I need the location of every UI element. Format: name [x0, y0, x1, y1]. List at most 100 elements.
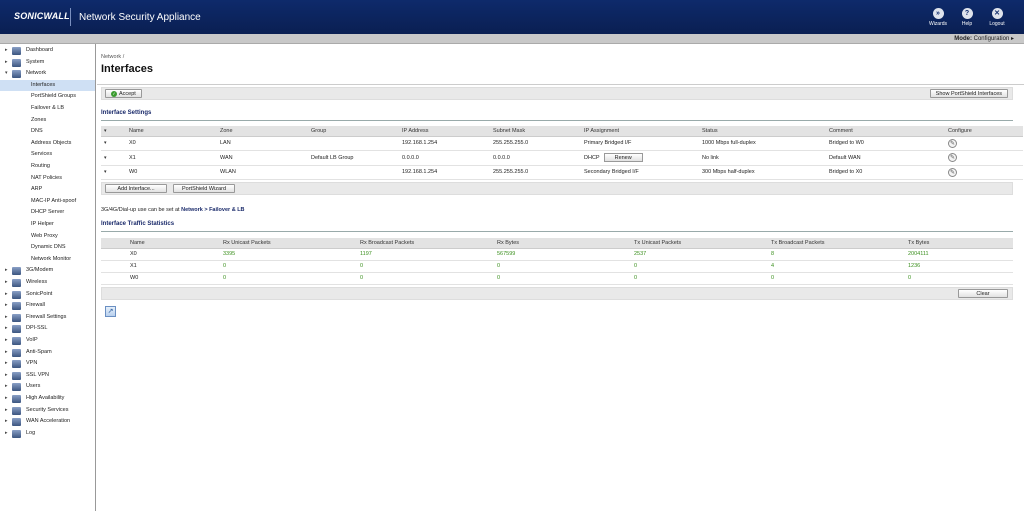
- sidebar-item-anti-spam[interactable]: ▸ Anti-Spam: [0, 347, 95, 359]
- breadcrumb[interactable]: Network /: [101, 54, 124, 60]
- sidebar-item-users[interactable]: ▸ Users: [0, 381, 95, 393]
- expand-arrow-icon[interactable]: ▸: [5, 323, 8, 335]
- sidebar-item-address-objects[interactable]: Address Objects: [0, 138, 95, 150]
- cell-tx-bytes: 1236: [879, 260, 1013, 273]
- help-button[interactable]: ? Help: [955, 8, 979, 27]
- sidebar-item-nat-policies[interactable]: NAT Policies: [0, 173, 95, 185]
- row-expander: ▾: [101, 136, 126, 151]
- wireless-icon: [12, 279, 21, 287]
- main-content: Network / Interfaces ✓ Accept Show PortSh…: [97, 44, 1024, 511]
- sidebar-item-wireless[interactable]: ▸ Wireless: [0, 277, 95, 289]
- sidebar-item-label: Anti-Spam: [26, 348, 52, 355]
- expand-arrow-icon[interactable]: ▸: [5, 300, 8, 312]
- expand-row-icon[interactable]: ▾: [104, 140, 107, 146]
- wizards-button[interactable]: » Wizards: [926, 8, 950, 27]
- expand-arrow-icon[interactable]: ▸: [5, 416, 8, 428]
- expand-arrow-icon[interactable]: ▸: [5, 393, 8, 405]
- sidebar-item-security-services[interactable]: ▸ Security Services: [0, 405, 95, 417]
- cell-name: W0: [126, 165, 217, 180]
- sidebar-item-dns[interactable]: DNS: [0, 126, 95, 138]
- expand-arrow-icon[interactable]: ▸: [5, 277, 8, 289]
- expand-arrow-icon[interactable]: ▸: [5, 381, 8, 393]
- sidebar-item-services[interactable]: Services: [0, 149, 95, 161]
- expand-row-icon[interactable]: ▾: [104, 169, 107, 175]
- sidebar-item-wan-acceleration[interactable]: ▸ WAN Acceleration: [0, 416, 95, 428]
- sidebar-item-label: System: [26, 58, 45, 65]
- wizard-icon: »: [932, 8, 944, 19]
- edit-pencil-icon[interactable]: ✎: [948, 153, 957, 163]
- sidebar-item-dashboard[interactable]: ▸ Dashboard: [0, 45, 95, 57]
- sidebar-item-interfaces[interactable]: Interfaces: [0, 79, 95, 92]
- sidebar-item-network[interactable]: ▾ Network: [0, 68, 95, 80]
- accept-button[interactable]: ✓ Accept: [105, 89, 142, 98]
- logout-button[interactable]: ✕ Logout: [985, 8, 1009, 27]
- sidebar-item-dynamic-dns[interactable]: Dynamic DNS: [0, 242, 95, 254]
- table-row[interactable]: ▾ X0 LAN 192.168.1.254 255.255.255.0 Primary …: [101, 136, 1023, 151]
- collapse-arrow-icon[interactable]: ▾: [5, 68, 8, 80]
- cell-text: WAN: [220, 154, 233, 161]
- expand-arrow-icon[interactable]: ▸: [5, 335, 8, 347]
- cell-zone: WAN: [217, 150, 308, 166]
- clear-button[interactable]: Clear: [958, 289, 1008, 298]
- sidebar: ▸ Dashboard ▸ System ▾ Network Interfaces PortS…: [0, 44, 96, 511]
- expand-arrow-icon[interactable]: ▸: [5, 265, 8, 277]
- expand-arrow-icon[interactable]: ▸: [5, 370, 8, 382]
- cell-text: X1: [129, 154, 136, 161]
- sidebar-item-portshield-groups[interactable]: PortShield Groups: [0, 91, 95, 103]
- sidebar-item-dpi-ssl[interactable]: ▸ DPI-SSL: [0, 323, 95, 335]
- sidebar-item-label: Users: [26, 383, 41, 390]
- expand-arrow-icon[interactable]: ▸: [5, 405, 8, 417]
- sidebar-item-firewall[interactable]: ▸ Firewall: [0, 300, 95, 312]
- expand-arrow-icon[interactable]: ▸: [5, 428, 8, 440]
- portshield-wizard-button[interactable]: PortShield Wizard: [173, 184, 235, 193]
- table-row: X1 0 0 0 0 4 1236: [101, 260, 1013, 273]
- page-title: Interfaces: [101, 63, 153, 75]
- sidebar-item-vpn[interactable]: ▸ VPN: [0, 358, 95, 370]
- sidebar-item-high-availability[interactable]: ▸ High Availability: [0, 393, 95, 405]
- cell-text: 255.255.255.0: [493, 169, 529, 176]
- sidebar-item-dhcp-server[interactable]: DHCP Server: [0, 207, 95, 219]
- cell-text: W0: [129, 169, 138, 176]
- sidebar-item-firewall-settings[interactable]: ▸ Firewall Settings: [0, 312, 95, 324]
- failover-link[interactable]: Network > Failover & LB: [181, 207, 244, 213]
- table-row[interactable]: ▾ W0 WLAN 192.168.1.254 255.255.255.0 Seconda…: [101, 165, 1023, 180]
- cell-comment: Bridged to W0: [826, 136, 945, 151]
- expand-arrow-icon[interactable]: ▸: [5, 347, 8, 359]
- export-icon[interactable]: ↗: [105, 306, 116, 317]
- expand-arrow-icon[interactable]: ▸: [5, 312, 8, 324]
- sidebar-item-ssl-vpn[interactable]: ▸ SSL VPN: [0, 370, 95, 382]
- sidebar-item-label: DNS: [31, 128, 43, 135]
- sidebar-item-sonicpoint[interactable]: ▸ SonicPoint: [0, 289, 95, 301]
- interface-settings-table: ▾ Name Zone Group IP Address Subnet Mask IP As…: [101, 126, 1023, 180]
- sidebar-item-3g-modem[interactable]: ▸ 3G/Modem: [0, 265, 95, 277]
- sidebar-item-log[interactable]: ▸ Log: [0, 428, 95, 440]
- expand-arrow-icon[interactable]: ▸: [5, 45, 8, 57]
- sidebar-item-network-monitor[interactable]: Network Monitor: [0, 254, 95, 266]
- sidebar-item-zones[interactable]: Zones: [0, 115, 95, 127]
- expand-row-icon[interactable]: ▾: [104, 155, 107, 161]
- sidebar-item-failover-lb[interactable]: Failover & LB: [0, 103, 95, 115]
- sidebar-item-label: Interfaces: [31, 81, 56, 88]
- sidebar-item-mac-ip-anti-spoof[interactable]: MAC-IP Anti-spoof: [0, 196, 95, 208]
- mode-selector[interactable]: Mode: Configuration ▸: [954, 35, 1014, 42]
- sidebar-item-system[interactable]: ▸ System: [0, 57, 95, 69]
- sidebar-item-web-proxy[interactable]: Web Proxy: [0, 231, 95, 243]
- expander-header: ▾: [101, 126, 126, 137]
- edit-pencil-icon[interactable]: ✎: [948, 167, 957, 177]
- sidebar-item-ip-helper[interactable]: IP Helper: [0, 219, 95, 231]
- sidebar-item-voip[interactable]: ▸ VoIP: [0, 335, 95, 347]
- sidebar-item-routing[interactable]: Routing: [0, 161, 95, 173]
- edit-pencil-icon[interactable]: ✎: [948, 138, 957, 148]
- cell-rx-bytes: 0: [468, 260, 605, 273]
- expand-all-icon[interactable]: ▾: [104, 128, 107, 134]
- table-row[interactable]: ▾ X1 WAN Default LB Group 0.0.0.0 0.0.0.0 DHCP…: [101, 150, 1023, 166]
- expand-arrow-icon[interactable]: ▸: [5, 358, 8, 370]
- high-availability-icon: [12, 395, 21, 403]
- expand-arrow-icon[interactable]: ▸: [5, 289, 8, 301]
- expand-arrow-icon[interactable]: ▸: [5, 57, 8, 69]
- stats-actions-bar: Clear: [101, 287, 1013, 300]
- show-portshield-button[interactable]: Show PortShield Interfaces: [929, 89, 1008, 98]
- sidebar-item-arp[interactable]: ARP: [0, 184, 95, 196]
- renew-button[interactable]: Renew: [603, 153, 643, 163]
- add-interface-button[interactable]: Add Interface...: [105, 184, 167, 193]
